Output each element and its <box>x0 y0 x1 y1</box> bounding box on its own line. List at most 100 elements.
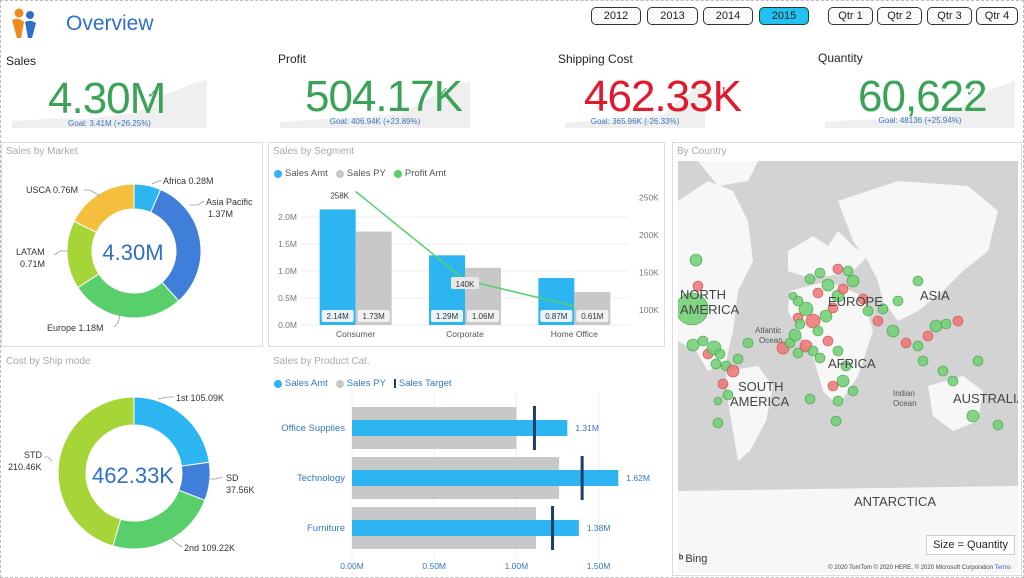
country-bubble[interactable] <box>689 253 703 267</box>
country-bubble[interactable] <box>940 318 952 330</box>
world-bubble-map[interactable]: NORTH AMERICA EUROPE ASIA AFRICA SOUTH A… <box>678 161 1018 573</box>
sales-by-segment-chart: 0.0M 0.5M 1.0M 1.5M 2.0M 250K 200K 150K 100K 2.14… <box>278 190 659 339</box>
map-label: Atlantic <box>755 326 781 335</box>
bar-sales-amt[interactable] <box>319 209 356 325</box>
map-label: ASIA <box>920 288 950 303</box>
country-bubble[interactable] <box>804 393 816 405</box>
country-bubble[interactable] <box>732 353 744 365</box>
kpi-label: Quantity <box>818 51 863 65</box>
country-bubble[interactable] <box>917 355 929 367</box>
country-bubble[interactable] <box>822 335 834 347</box>
country-bubble[interactable] <box>847 385 859 397</box>
map-label: Ocean <box>893 399 917 408</box>
country-bubble[interactable] <box>821 278 835 292</box>
country-bubble[interactable] <box>912 275 924 287</box>
country-bubble[interactable] <box>827 380 839 392</box>
y2-tick-label: 200K <box>639 230 659 240</box>
country-bubble[interactable] <box>947 375 959 387</box>
country-bubble[interactable] <box>972 355 984 367</box>
kpi-goal: Goal: 406.94K (+23.89%) <box>329 117 421 126</box>
x-tick-label: Corporate <box>446 329 484 339</box>
y-tick-label: 0.5M <box>278 293 297 303</box>
map-label: EUROPE <box>828 294 883 309</box>
bar-sales-amt[interactable] <box>352 470 619 486</box>
country-bubble[interactable] <box>836 374 850 388</box>
country-bubble[interactable] <box>714 348 726 360</box>
country-bubble[interactable] <box>686 338 700 352</box>
donut-slice-2nd[interactable] <box>112 489 206 550</box>
country-bubble[interactable] <box>812 325 824 337</box>
country-bubble[interactable] <box>812 287 824 299</box>
kpi-check-icon: ✓ <box>438 84 449 99</box>
country-bubble[interactable] <box>966 409 980 423</box>
year-button-2012[interactable]: 2012 <box>591 7 641 25</box>
year-button-2015[interactable]: 2015 <box>759 7 809 25</box>
x-tick-label: 0.00M <box>340 561 364 571</box>
kpi-label: Shipping Cost <box>558 52 633 66</box>
x-tick-label: 1.00M <box>505 561 529 571</box>
country-bubble[interactable] <box>837 283 849 295</box>
donut-slice-usca[interactable] <box>73 183 135 234</box>
country-bubble[interactable] <box>710 358 722 370</box>
donut-slice-1st[interactable] <box>133 396 210 467</box>
quarter-button-3[interactable]: Qtr 3 <box>927 7 972 25</box>
country-bubble[interactable] <box>814 267 826 279</box>
kpi-check-icon: ✓ <box>966 84 977 99</box>
map-terms-link[interactable]: Terms <box>995 565 1011 571</box>
sales-by-market-donut: 4.30M Africa 0.28M Asia Pacific 1.37M US… <box>16 176 253 333</box>
x-tick-label: Home Office <box>551 329 598 339</box>
data-label: 1.06M <box>472 312 495 321</box>
map-label: AMERICA <box>680 302 740 317</box>
kpi-goal: Goal: 3.41M (+26.25%) <box>68 119 151 128</box>
year-button-2013[interactable]: 2013 <box>647 7 698 25</box>
country-bubble[interactable] <box>726 364 740 378</box>
data-label: 140K <box>456 280 475 289</box>
data-label: 0.87M <box>545 312 568 321</box>
country-bubble[interactable] <box>937 365 949 377</box>
quarter-button-1[interactable]: Qtr 1 <box>828 7 873 25</box>
donut-center-value: 462.33K <box>92 463 174 488</box>
data-label: 1.29M <box>436 312 459 321</box>
by-country-map-panel[interactable]: By Country NORTH AMERICA EUROPE ASIA AFR… <box>672 142 1022 576</box>
quarter-button-4[interactable]: Qtr 4 <box>976 7 1018 25</box>
country-bubble[interactable] <box>713 396 723 406</box>
country-bubble[interactable] <box>742 337 754 349</box>
country-bubble[interactable] <box>922 330 934 342</box>
year-button-2014[interactable]: 2014 <box>703 7 753 25</box>
target-marker[interactable] <box>532 406 536 450</box>
country-bubble[interactable] <box>717 378 729 390</box>
country-bubble[interactable] <box>832 263 844 275</box>
country-bubble[interactable] <box>912 340 924 352</box>
country-bubble[interactable] <box>814 352 826 364</box>
country-bubble[interactable] <box>794 318 806 330</box>
y2-tick-label: 100K <box>639 305 659 315</box>
country-bubble[interactable] <box>832 345 844 357</box>
country-bubble[interactable] <box>804 273 816 285</box>
country-bubble[interactable] <box>842 265 854 277</box>
country-bubble[interactable] <box>872 315 884 327</box>
sales-by-market-panel[interactable]: Sales by Market 4.30M Africa 0.28M Asia … <box>1 142 263 347</box>
country-bubble[interactable] <box>992 419 1004 431</box>
quarter-button-2[interactable]: Qtr 2 <box>877 7 922 25</box>
country-bubble[interactable] <box>712 417 724 429</box>
map-label: AMERICA <box>730 394 790 409</box>
country-bubble[interactable] <box>788 328 802 342</box>
country-bubble[interactable] <box>788 291 798 301</box>
country-bubble[interactable] <box>832 395 844 407</box>
country-bubble[interactable] <box>846 274 860 288</box>
country-bubble[interactable] <box>892 295 904 307</box>
label-std-value: 210.46K <box>8 462 42 472</box>
country-bubble[interactable] <box>697 335 709 347</box>
country-bubble[interactable] <box>886 324 900 338</box>
country-bubble[interactable] <box>929 319 943 333</box>
country-bubble[interactable] <box>952 315 964 327</box>
target-marker[interactable] <box>551 506 555 550</box>
data-label: 1.38M <box>587 523 611 533</box>
sales-by-segment-panel[interactable]: Sales by Segment Sales Amt Sales PY Prof… <box>268 142 665 347</box>
target-marker[interactable] <box>580 456 584 500</box>
country-bubble[interactable] <box>830 415 842 427</box>
cost-by-ship-mode-panel[interactable]: Cost by Ship mode 462.33K 1st 105.09K ST… <box>1 352 263 576</box>
country-bubble[interactable] <box>900 337 912 349</box>
sales-by-product-panel[interactable]: Sales by Product Cat. Sales Amt Sales PY… <box>268 352 665 576</box>
bar-sales-amt[interactable] <box>352 520 579 536</box>
